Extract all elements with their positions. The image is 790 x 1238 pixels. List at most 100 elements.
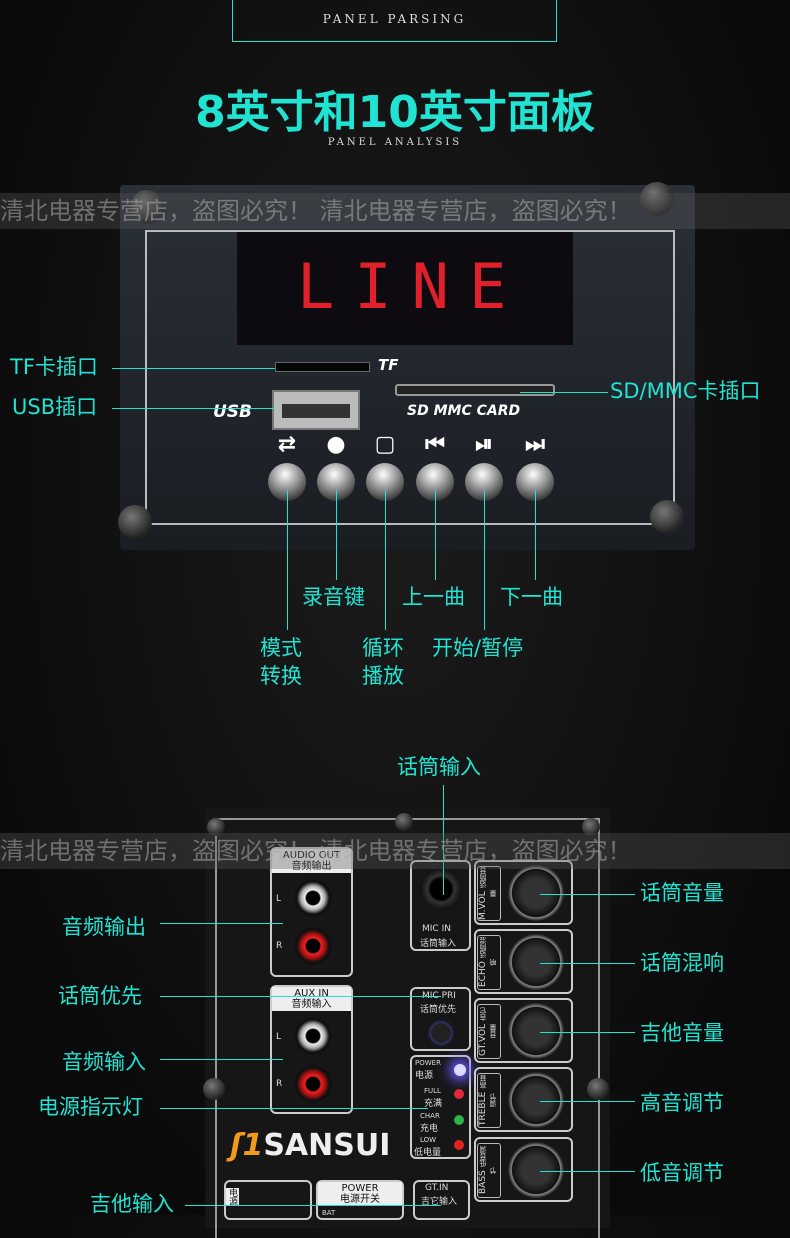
callout-line <box>540 894 635 895</box>
callout-line <box>160 923 283 924</box>
r-text: R <box>276 941 283 951</box>
previous-icon: ⏮ <box>425 432 445 457</box>
callout-line <box>535 490 536 580</box>
label-aux-in: 音频输入 <box>62 1050 146 1074</box>
aux-in-r-jack[interactable] <box>294 1065 332 1103</box>
callout-line <box>112 408 275 409</box>
low-led <box>454 1140 464 1150</box>
knob-m-vol-box: M.VOL 话筒音量 <box>474 860 573 925</box>
mic-priority-button[interactable] <box>431 1023 451 1043</box>
led-display: LINE <box>237 232 573 345</box>
power-switch-box: POWER 电源开关 BAT <box>316 1180 404 1220</box>
knob-gt-vol[interactable] <box>508 1003 564 1059</box>
knob-echo[interactable] <box>508 934 564 990</box>
mic-pri-cn: 话筒优先 <box>420 1005 457 1015</box>
label-mic-in: 话筒输入 <box>397 755 481 779</box>
power-cn: 电源开关 <box>340 1194 380 1205</box>
led-low-en: LOW <box>420 1136 437 1144</box>
callout-line <box>287 490 288 630</box>
callout-line <box>540 1101 635 1102</box>
tf-slot[interactable] <box>275 362 370 372</box>
knob-m-vol[interactable] <box>508 865 564 921</box>
label-repeat-line2: 播放 <box>362 664 404 689</box>
label-repeat-line1: 循环 <box>362 636 404 660</box>
knob-treble[interactable] <box>508 1072 564 1128</box>
knob-gt-vol-label: GT.VOL 吉它音量 <box>477 1004 501 1059</box>
usb-port[interactable] <box>272 390 360 430</box>
knob-echo-label: ECHO 话筒混响 <box>477 935 501 990</box>
label-mic-pri: 话筒优先 <box>58 984 142 1008</box>
callout-line <box>160 1059 283 1060</box>
knob-cn: 话筒混响 <box>479 937 497 966</box>
status-leds-box: POWER 电源 FULL 充满 CHAR 充电 LOW 低电量 <box>410 1055 471 1159</box>
sd-slot[interactable] <box>395 384 555 396</box>
power-side-box: 电源 <box>224 1180 312 1220</box>
mode-switch-icon: ⇄ <box>277 432 297 457</box>
callout-line <box>540 963 635 964</box>
tf-text: TF <box>378 356 399 374</box>
power-en: POWER <box>341 1183 379 1194</box>
watermark: 清北电器专营店，盗图必究！ 清北电器专营店，盗图必究！ <box>0 833 790 869</box>
screw <box>395 813 413 831</box>
page-subtitle: PANEL ANALYSIS <box>327 137 463 148</box>
aux-in-cn: 音频输入 <box>291 999 332 1010</box>
gt-in-box: GT.IN 吉它输入 <box>413 1180 470 1220</box>
aux-in-jacks: AUX IN 音频输入 L R <box>270 985 353 1114</box>
knob-bass[interactable] <box>508 1142 564 1198</box>
knob-m-vol-label: M.VOL 话筒音量 <box>477 866 501 921</box>
sd-text: SD MMC CARD <box>407 403 521 419</box>
led-low-cn: 低电量 <box>414 1148 442 1158</box>
screw <box>203 1078 225 1100</box>
watermark: 清北电器专营店，盗图必究！ 清北电器专营店，盗图必究！ <box>0 193 790 229</box>
screw <box>650 500 684 534</box>
brand-name: SANSUI <box>263 1128 391 1163</box>
led-power-en: POWER <box>415 1059 441 1067</box>
knob-treble-label: TREBLE 高音调节 <box>477 1073 501 1128</box>
usb-text: USB <box>213 402 253 422</box>
label-mode: 模式 转换 <box>260 634 302 691</box>
gt-in-en: GT.IN <box>425 1183 449 1193</box>
repeat-icon: ▢ <box>374 432 396 457</box>
brand-logo: ʃ1SANSUI <box>230 1128 390 1163</box>
charge-led <box>454 1115 464 1125</box>
bat-text: BAT <box>322 1209 336 1217</box>
label-mode-line1: 模式 <box>260 636 302 660</box>
knob-echo-box: ECHO 话筒混响 <box>474 929 573 994</box>
power-led <box>454 1064 466 1076</box>
r-text: R <box>276 1079 283 1089</box>
power-side-text: 电源 <box>226 1188 239 1206</box>
callout-line <box>540 1171 635 1172</box>
label-power-led: 电源指示灯 <box>38 1095 143 1119</box>
label-prev: 上一曲 <box>402 585 465 609</box>
led-power-cn: 电源 <box>415 1071 434 1081</box>
knob-cn: 低音调节 <box>479 1146 497 1174</box>
label-record: 录音键 <box>302 585 365 609</box>
callout-line <box>520 392 608 393</box>
knob-en: M.VOL <box>478 891 488 920</box>
page-title: 8英寸和10英寸面板 <box>195 87 595 138</box>
label-bass: 低音调节 <box>640 1161 724 1185</box>
callout-line <box>385 490 386 630</box>
full-led <box>454 1089 464 1099</box>
knob-gt-vol-box: GT.VOL 吉它音量 <box>474 998 573 1063</box>
label-play: 开始/暂停 <box>432 636 524 660</box>
aux-in-l-jack[interactable] <box>294 1017 332 1055</box>
callout-line <box>160 996 441 997</box>
label-treble: 高音调节 <box>640 1091 724 1115</box>
label-repeat: 循环 播放 <box>362 634 404 691</box>
brand-mark-icon: ʃ1 <box>230 1128 264 1163</box>
label-usb: USB插口 <box>12 395 98 419</box>
label-audio-out: 音频输出 <box>62 915 146 939</box>
callout-line <box>160 1108 428 1109</box>
label-gt-in: 吉他输入 <box>90 1192 174 1216</box>
mic-in-jack[interactable] <box>420 868 462 910</box>
next-icon: ⏭ <box>525 432 545 457</box>
screw <box>118 505 152 539</box>
led-char-en: CHAR <box>420 1112 440 1120</box>
knob-en: GT.VOL <box>478 1023 488 1056</box>
audio-out-r-jack[interactable] <box>294 927 332 965</box>
callout-line <box>540 1032 635 1033</box>
knob-bass-box: BASS 低音调节 <box>474 1137 573 1202</box>
audio-out-l-jack[interactable] <box>294 879 332 917</box>
play-pause-icon: ⏯ <box>475 432 493 457</box>
